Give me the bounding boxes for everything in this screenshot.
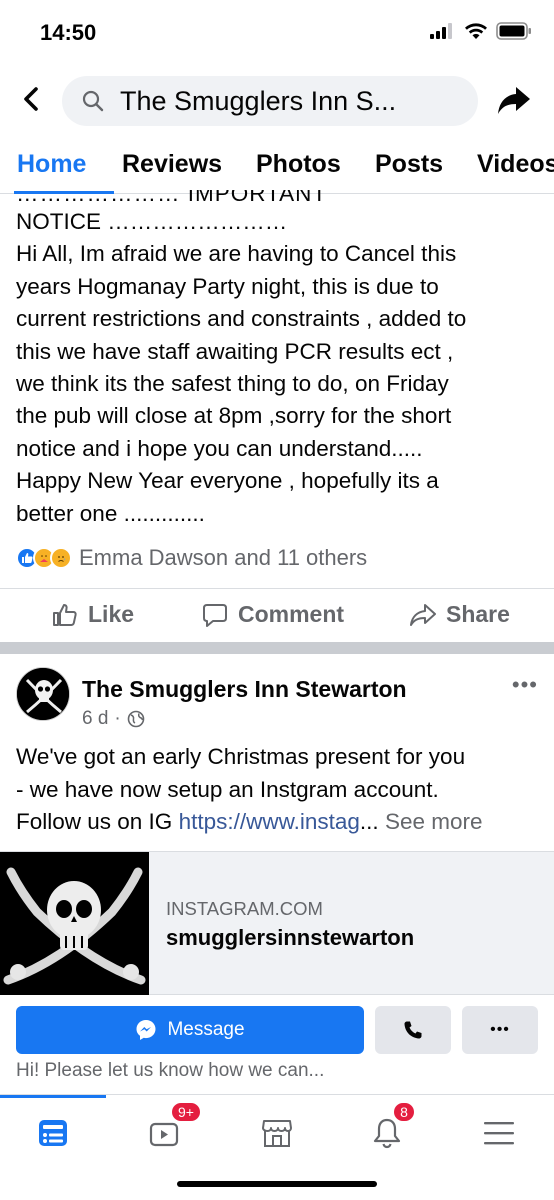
- status-icons: [430, 22, 532, 40]
- status-bar: 14:50: [0, 0, 554, 64]
- signal-icon: [430, 23, 452, 39]
- phone-icon: [404, 1021, 422, 1039]
- nav-watch[interactable]: 9+: [140, 1101, 202, 1153]
- post-line: we think its the safest thing to do, on …: [16, 371, 449, 397]
- nav-marketplace[interactable]: [252, 1113, 302, 1153]
- tab-home[interactable]: Home: [17, 150, 86, 179]
- post-line: We've got an early Christmas present for…: [16, 744, 466, 769]
- post-line: NOTICE ……………………: [16, 209, 288, 234]
- post-actions: Like Comment Share: [0, 588, 554, 642]
- more-button[interactable]: •••: [462, 1006, 538, 1054]
- search-bar[interactable]: The Smugglers Inn S...: [62, 76, 478, 126]
- link-preview[interactable]: INSTAGRAM.COM smugglersinnstewarton: [0, 851, 554, 995]
- thumbs-up-icon: [53, 603, 77, 626]
- watch-video-icon: [149, 1122, 179, 1147]
- search-icon: [82, 90, 104, 112]
- meta-dot: ·: [114, 708, 121, 729]
- top-header: The Smugglers Inn S...: [0, 64, 554, 136]
- search-text: The Smugglers Inn S...: [120, 85, 397, 116]
- post-text: ………………… IMPORTANT NOTICE …………………… Hi All…: [16, 190, 546, 530]
- like-label: Like: [88, 601, 135, 627]
- page-name[interactable]: The Smugglers Inn Stewarton: [82, 676, 407, 703]
- see-more-link[interactable]: See more: [379, 809, 483, 834]
- follow-text: Follow us on IG: [16, 809, 179, 834]
- post-line: current restrictions and constraints , a…: [16, 306, 467, 332]
- wifi-icon: [465, 22, 487, 39]
- tab-reviews[interactable]: Reviews: [122, 150, 222, 179]
- marketplace-icon: [262, 1120, 292, 1147]
- message-button[interactable]: Message: [16, 1006, 364, 1054]
- share-label: Share: [446, 601, 510, 627]
- pirate-flag-image: [0, 852, 149, 995]
- tab-videos[interactable]: Videos: [477, 150, 554, 179]
- notifications-badge: 8: [392, 1101, 416, 1123]
- ellipsis: ...: [359, 809, 379, 834]
- post-line: this we have staff awaiting PCR results …: [16, 338, 454, 364]
- page-avatar[interactable]: [16, 667, 70, 721]
- share-arrow-icon[interactable]: [496, 82, 532, 118]
- reactions-summary[interactable]: Emma Dawson and 11 others: [16, 543, 367, 573]
- like-button[interactable]: Like: [52, 601, 134, 628]
- post-text: We've got an early Christmas present for…: [16, 741, 546, 839]
- preview-title: smugglersinnstewarton: [166, 925, 415, 950]
- comment-label: Comment: [238, 601, 345, 627]
- nav-active-indicator: [0, 1095, 106, 1098]
- post-time[interactable]: 6 d: [82, 708, 108, 730]
- post-line: - we have now setup an Instgram account.: [16, 776, 439, 802]
- comment-button[interactable]: Comment: [202, 601, 344, 628]
- post-options-icon[interactable]: •••: [512, 672, 538, 698]
- share-icon: [410, 603, 436, 626]
- post-line: Hi All, Im afraid we are having to Cance…: [16, 241, 457, 267]
- skull-crossbones-icon: [17, 668, 69, 720]
- messenger-icon: [136, 1020, 156, 1040]
- post-meta: 6 d ·: [82, 708, 145, 730]
- call-button[interactable]: [375, 1006, 451, 1054]
- tab-posts[interactable]: Posts: [375, 150, 443, 179]
- battery-icon: [496, 22, 531, 40]
- nav-menu[interactable]: [474, 1113, 524, 1153]
- share-button[interactable]: Share: [410, 601, 510, 628]
- home-indicator: [177, 1181, 377, 1187]
- post-line: years Hogmanay Party night, this is due …: [16, 273, 439, 299]
- post-line: the pub will close at 8pm ,sorry for the…: [16, 403, 452, 429]
- nav-notifications[interactable]: 8: [362, 1101, 416, 1153]
- tab-photos[interactable]: Photos: [256, 150, 341, 179]
- post-line: better one .............: [16, 500, 205, 526]
- nav-feed[interactable]: [28, 1113, 78, 1153]
- reactions-text: Emma Dawson and 11 others: [79, 545, 368, 570]
- feed-separator: [0, 642, 554, 654]
- preview-domain: INSTAGRAM.COM: [166, 898, 323, 919]
- post-line: notice and i hope you can understand....…: [16, 435, 423, 461]
- message-hint[interactable]: Hi! Please let us know how we can...: [16, 1060, 324, 1082]
- post-text-cut-line: ………………… IMPORTANT: [16, 190, 328, 206]
- post-line: Happy New Year everyone , hopefully its …: [16, 468, 439, 494]
- message-label: Message: [167, 1019, 245, 1040]
- hamburger-menu-icon: [484, 1122, 514, 1145]
- globe-icon: [127, 710, 145, 728]
- post-line-follow: Follow us on IG https://www.instag... Se…: [16, 806, 546, 839]
- news-feed-icon: [39, 1120, 67, 1146]
- comment-icon: [203, 603, 227, 627]
- page-tabs: Home Reviews Photos Posts Videos: [0, 136, 554, 194]
- status-time: 14:50: [40, 20, 97, 45]
- sad-reaction-icon: [50, 547, 72, 569]
- instagram-link[interactable]: https://www.instag: [179, 809, 360, 834]
- back-arrow-icon[interactable]: [18, 82, 46, 116]
- watch-badge: 9+: [170, 1101, 202, 1123]
